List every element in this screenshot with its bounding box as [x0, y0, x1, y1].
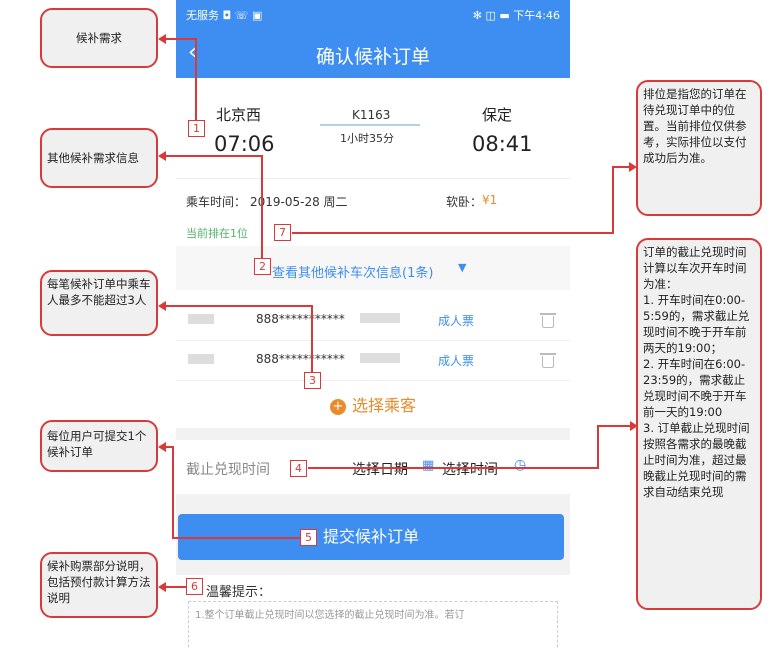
connector-6 — [164, 586, 186, 588]
arrowhead-2 — [158, 151, 166, 161]
callout-other-info: 其他候补需求信息 — [40, 128, 158, 188]
clock-icon[interactable]: ◷ — [514, 457, 526, 473]
passenger-name-masked — [188, 354, 214, 364]
ticket-type: 成人票 — [438, 314, 475, 328]
add-passenger-button[interactable]: + 选择乘客 — [176, 392, 570, 416]
marker-6: 6 — [186, 578, 203, 595]
callout-passenger-limit: 每笔候补订单中乘车人最多不能超过3人 — [40, 270, 158, 336]
date-label: 乘车时间： — [186, 195, 247, 209]
to-time: 08:41 — [472, 132, 533, 156]
connector-4 — [308, 467, 598, 469]
passenger-id-masked — [360, 313, 400, 323]
connector-7 — [292, 232, 614, 234]
calendar-icon[interactable]: ▦ — [422, 458, 434, 473]
connector-3 — [164, 305, 312, 307]
tips-text: 1.整个订单截止兑现时间以您选择的截止兑现时间为准。若订 — [188, 601, 558, 648]
tips-title: 温馨提示： — [206, 585, 272, 600]
ride-date: 2019-05-28 周二 — [250, 195, 348, 209]
callout-rank: 排位是指您的订单在待兑现订单中的位置。当前排位仅供参考，实际排位以支付成功后为准… — [636, 80, 762, 216]
marker-4: 4 — [290, 460, 307, 477]
connector-1 — [164, 38, 196, 40]
ticket-type: 成人票 — [438, 354, 475, 368]
from-station: 北京西 — [216, 106, 262, 124]
marker-7: 7 — [274, 224, 291, 241]
passenger-row: 888*********** 成人票 — [176, 340, 570, 381]
marker-5: 5 — [300, 529, 317, 546]
arrowhead-6 — [158, 582, 166, 592]
deadline-label: 截止兑现时间 — [186, 462, 270, 478]
page-title: 确认候补订单 — [315, 46, 430, 68]
seat-price: ¥1 — [482, 193, 498, 207]
seat-label: 软卧： — [446, 195, 483, 209]
from-time: 07:06 — [214, 132, 275, 156]
marker-1: 1 — [188, 120, 205, 137]
connector-5 — [172, 446, 174, 538]
arrowhead-7 — [629, 162, 637, 172]
status-right: ✻ ◫ ▬ 下午4:46 — [472, 9, 560, 22]
callout-user-limit: 每位用户可提交1个候补订单 — [40, 420, 158, 472]
route-arrow — [320, 124, 420, 126]
passenger-id-masked — [360, 353, 400, 363]
chevron-down-icon[interactable]: ▼ — [458, 261, 466, 274]
duration: 1小时35分 — [340, 132, 394, 145]
connector-3 — [311, 305, 313, 373]
callout-deadline-rules: 订单的截止兑现时间计算以车次开车时间为准： 1. 开车时间在0:00-5:59的… — [636, 238, 762, 610]
arrowhead-3 — [158, 301, 166, 311]
passenger-id: 888*********** — [256, 312, 345, 326]
phone-screen: 无服务 ◘ ☏ ▣ ✻ ◫ ▬ 下午4:46 ‹ 确认候补订单 北京西 07:0… — [176, 0, 570, 648]
to-station: 保定 — [482, 106, 513, 124]
arrowhead-4 — [630, 421, 638, 431]
other-candidates-link[interactable]: 查看其他候补车次信息(1条) — [272, 262, 433, 281]
train-summary: 北京西 07:06 K1163 1小时35分 保定 08:41 — [176, 78, 570, 178]
passenger-id: 888*********** — [256, 352, 345, 366]
tips-section: 温馨提示： 1.整个订单截止兑现时间以您选择的截止兑现时间为准。若订 — [176, 575, 570, 648]
connector-5 — [172, 537, 300, 539]
connector-2 — [261, 155, 263, 259]
queue-position: 当前排在1位 — [186, 227, 248, 240]
marker-2: 2 — [254, 258, 271, 275]
title-bar: ‹ 确认候补订单 — [176, 28, 570, 78]
arrowhead-1 — [158, 34, 166, 44]
callout-need: 候补需求 — [40, 8, 158, 68]
status-bar: 无服务 ◘ ☏ ▣ ✻ ◫ ▬ 下午4:46 — [176, 0, 570, 28]
connector-4 — [597, 425, 631, 427]
connector-7 — [612, 166, 630, 168]
other-candidates-row[interactable]: 查看其他候补车次信息(1条) ▼ — [176, 246, 570, 290]
connector-4 — [597, 425, 599, 469]
connector-2 — [164, 155, 262, 157]
status-left: 无服务 ◘ ☏ ▣ — [186, 9, 263, 22]
plus-icon: + — [329, 399, 346, 415]
trash-icon[interactable] — [540, 313, 556, 328]
marker-3: 3 — [304, 372, 321, 389]
train-number: K1163 — [352, 108, 391, 122]
passenger-name-masked — [188, 314, 214, 324]
select-date-button[interactable]: 选择日期 — [352, 459, 408, 479]
ride-info: 乘车时间： 2019-05-28 周二 软卧： ¥1 当前排在1位 — [176, 178, 570, 247]
arrowhead-5 — [158, 442, 166, 452]
connector-1 — [195, 38, 197, 122]
trash-icon[interactable] — [540, 353, 556, 368]
add-passenger-label: 选择乘客 — [351, 396, 416, 415]
connector-7 — [612, 166, 614, 234]
select-time-button[interactable]: 选择时间 — [442, 459, 498, 479]
callout-tips: 候补购票部分说明，包括预付款计算方法说明 — [40, 552, 158, 618]
